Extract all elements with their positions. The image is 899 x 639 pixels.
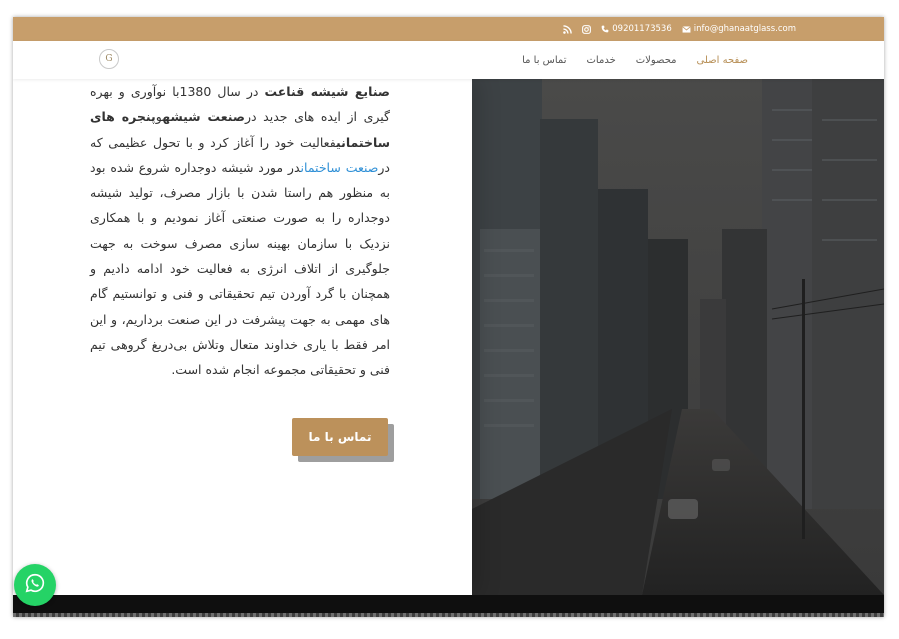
nav-item-products[interactable]: محصولات [636,55,677,66]
phone-link[interactable]: 09201173536 [601,24,672,34]
taskbar-strip [13,613,884,617]
nav-item-home[interactable]: صفحه اصلی [697,55,748,66]
hero-city-image [472,79,884,595]
rss-icon [563,24,573,34]
nav-item-services[interactable]: خدمات [587,55,616,66]
email-address: info@ghanaatglass.com [693,24,796,34]
whatsapp-icon [24,572,46,598]
whatsapp-chat-button[interactable] [14,564,56,606]
email-link[interactable]: info@ghanaatglass.com [682,24,796,34]
browser-viewport: 09201173536 info@ghanaatglass.com G صفحه… [13,17,884,617]
about-paragraph: صنایع شیشه قناعت در سال 1380با نوآوری و … [90,79,390,383]
rss-link[interactable] [563,24,573,34]
construction-industry-link[interactable]: صنعت ساختمان [301,160,379,175]
top-contact-bar: 09201173536 info@ghanaatglass.com [13,17,884,41]
city-street-illustration [472,79,884,595]
contact-us-button[interactable]: تماس با ما [292,418,388,456]
phone-number: 09201173536 [612,24,672,34]
glass-industry-term: صنعت شیشه [162,109,245,125]
main-menu: صفحه اصلی محصولات خدمات تماس با ما [522,41,748,79]
main-navbar: G صفحه اصلی محصولات خدمات تماس با ما [13,41,884,79]
phone-icon [601,25,609,33]
top-contact-items: 09201173536 info@ghanaatglass.com [563,17,796,41]
site-logo[interactable]: G [99,49,119,69]
bottom-dark-strip [13,595,884,617]
about-text-4: در مورد شیشه دوجداره شروع شده بود به منظ… [90,159,390,378]
about-text-panel: صنایع شیشه قناعت در سال 1380با نوآوری و … [13,79,472,595]
company-name: صنایع شیشه قناعت [264,84,390,99]
instagram-icon [582,24,592,34]
mail-icon [682,25,691,33]
nav-item-contact[interactable]: تماس با ما [522,55,566,66]
instagram-link[interactable] [582,24,592,34]
